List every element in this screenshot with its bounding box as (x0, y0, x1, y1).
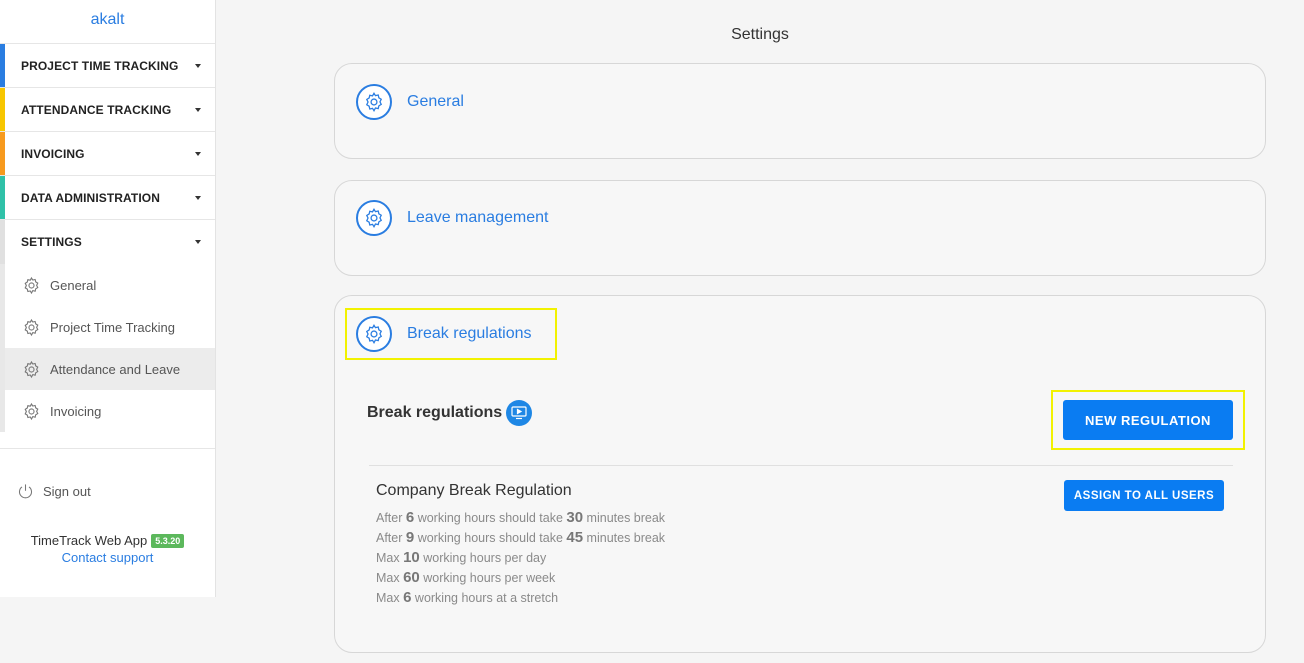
card-header-general[interactable]: General (356, 84, 464, 120)
caret-down-icon (195, 240, 201, 244)
sidebar-item-project-time-tracking[interactable]: Project Time Tracking (0, 306, 215, 348)
nav-color-bar (0, 44, 5, 87)
sidebar-item-attendance-and-leave[interactable]: Attendance and Leave (0, 348, 215, 390)
submenu-bar (0, 264, 5, 306)
settings-submenu: General Project Time Tracking Attendance… (0, 264, 215, 449)
nav-data-administration[interactable]: DATA ADMINISTRATION (0, 176, 215, 220)
nav-label: ATTENDANCE TRACKING (21, 102, 172, 117)
submenu-bar (0, 306, 5, 348)
card-title: Break regulations (407, 325, 532, 342)
gear-icon (356, 316, 392, 352)
sign-out-label: Sign out (43, 483, 91, 499)
power-icon (18, 483, 33, 498)
app-name: TimeTrack Web App (30, 533, 148, 548)
new-regulation-button[interactable]: NEW REGULATION (1063, 400, 1233, 440)
card-header-leave-management[interactable]: Leave management (356, 200, 548, 236)
submenu-bar (0, 390, 5, 432)
regulation-rules: After 6 working hours should take 30 min… (376, 508, 665, 608)
user-name[interactable]: akalt (0, 0, 215, 44)
gear-icon (24, 360, 39, 378)
sidebar-bottom-fill (0, 597, 216, 663)
rule-line: Max 60 working hours per week (376, 569, 556, 586)
sidebar-item-label: Project Time Tracking (50, 319, 175, 335)
regulation-name: Company Break Regulation (376, 482, 572, 499)
version-badge: 5.3.20 (151, 533, 185, 548)
divider (369, 465, 1233, 466)
caret-down-icon (195, 152, 201, 156)
caret-down-icon (195, 64, 201, 68)
nav-invoicing[interactable]: INVOICING (0, 132, 215, 176)
nav-label: PROJECT TIME TRACKING (21, 58, 179, 73)
sidebar-item-invoicing[interactable]: Invoicing (0, 390, 215, 432)
sign-out-button[interactable]: Sign out (0, 449, 215, 533)
section-heading: Break regulations (367, 400, 533, 426)
nav-project-time-tracking[interactable]: PROJECT TIME TRACKING (0, 44, 215, 88)
nav-label: INVOICING (21, 146, 85, 161)
sidebar: akalt PROJECT TIME TRACKING ATTENDANCE T… (0, 0, 216, 597)
gear-icon (24, 276, 39, 294)
sidebar-item-label: Attendance and Leave (50, 361, 181, 377)
caret-down-icon (195, 108, 201, 112)
nav-label: DATA ADMINISTRATION (21, 190, 160, 205)
rule-line: After 9 working hours should take 45 min… (376, 529, 666, 546)
assign-to-all-users-button[interactable]: ASSIGN TO ALL USERS (1064, 480, 1224, 511)
section-heading-label: Break regulations (367, 404, 503, 421)
card-leave-management: Leave management (334, 180, 1266, 276)
gear-icon (356, 84, 392, 120)
gear-icon (24, 402, 39, 420)
card-break-regulations: Break regulations Break regulations NEW … (334, 295, 1266, 653)
caret-down-icon (195, 196, 201, 200)
nav-color-bar (0, 220, 5, 264)
page-title: Settings (731, 26, 789, 43)
card-header-break-regulations[interactable]: Break regulations (345, 308, 557, 360)
sidebar-item-label: General (50, 277, 97, 293)
new-regulation-highlight: NEW REGULATION (1051, 390, 1245, 450)
nav-color-bar (0, 176, 5, 219)
nav-label: SETTINGS (21, 235, 82, 249)
sidebar-item-label: Invoicing (50, 403, 102, 419)
app-info: TimeTrack Web App 5.3.20 Contact support (0, 533, 215, 565)
card-title: General (407, 93, 464, 110)
card-title: Leave management (407, 209, 549, 226)
gear-icon (24, 318, 39, 336)
nav-color-bar (0, 88, 5, 131)
card-general: General (334, 63, 1266, 159)
contact-support-link[interactable]: Contact support (0, 550, 215, 565)
rule-line: After 6 working hours should take 30 min… (376, 509, 666, 526)
submenu-bar (0, 348, 5, 390)
nav-attendance-tracking[interactable]: ATTENDANCE TRACKING (0, 88, 215, 132)
rule-line: Max 6 working hours at a stretch (376, 589, 559, 606)
sidebar-item-general[interactable]: General (0, 264, 215, 306)
rule-line: Max 10 working hours per day (376, 549, 547, 566)
nav-settings[interactable]: SETTINGS (0, 220, 215, 264)
gear-icon (356, 200, 392, 236)
video-tutorial-icon[interactable] (506, 400, 533, 426)
nav-color-bar (0, 132, 5, 175)
